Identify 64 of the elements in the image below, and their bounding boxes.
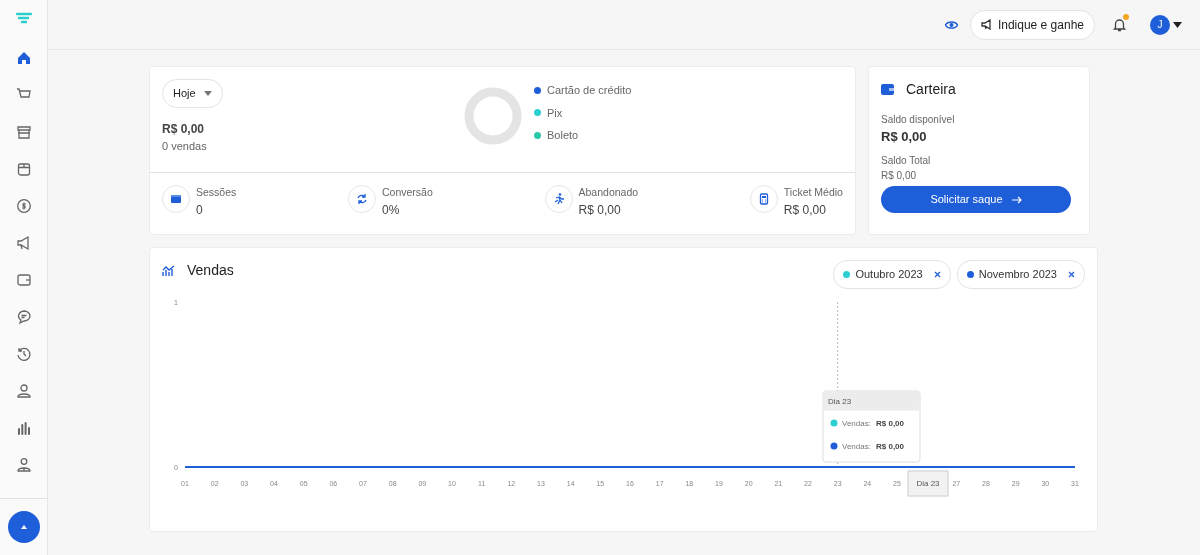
tooltip-value: R$ 0,00: [876, 418, 905, 428]
stat-label: Conversão: [382, 185, 433, 200]
available-amount: R$ 0,00: [881, 128, 928, 146]
close-icon[interactable]: [933, 270, 941, 278]
sales-count: 0 vendas: [162, 138, 208, 154]
home-icon: [15, 49, 32, 66]
wallet-title: Carteira: [906, 80, 956, 99]
crosshair-label: Dia 23: [916, 478, 940, 488]
refer-button[interactable]: Indique e ganhe: [969, 9, 1095, 40]
bell-icon[interactable]: [1113, 18, 1126, 33]
logo-icon[interactable]: [15, 11, 32, 26]
caret-icon: [203, 90, 212, 96]
users-icon: [15, 456, 32, 473]
period-dropdown[interactable]: Hoje: [162, 79, 223, 108]
chart-icon: [162, 265, 175, 276]
legend-label: Boleto: [547, 128, 579, 143]
tooltip-label: Vendas:: [842, 441, 871, 451]
chat-icon: [15, 308, 32, 325]
conversion-icon: [356, 193, 368, 205]
stat-label: Sessões: [196, 185, 237, 200]
user-icon: [15, 382, 32, 399]
legend-label: Cartão de crédito: [547, 83, 632, 98]
series-name: Outubro 2023: [855, 267, 923, 282]
stat-value: 0%: [382, 201, 401, 219]
total-balance: R$ 0,00: [881, 168, 918, 183]
total-amount: R$ 0,00: [162, 120, 206, 138]
bars-icon: [15, 419, 32, 436]
close-icon[interactable]: [1068, 270, 1075, 278]
sessions-icon: [170, 193, 182, 205]
series-name: Novembro 2023: [978, 267, 1057, 282]
stat-value: 0: [196, 201, 204, 219]
available-label: Saldo disponível: [881, 113, 956, 127]
store-icon: [15, 123, 32, 140]
box-icon: [15, 160, 32, 177]
filter-chip[interactable]: Outubro 2023: [833, 260, 951, 289]
crosshair-label-background: [907, 470, 949, 496]
legend-label: Pix: [547, 105, 563, 121]
stat-value: R$ 0,00: [783, 201, 827, 219]
scroll-up-button[interactable]: [7, 511, 40, 543]
caret-up-icon: [19, 524, 28, 530]
total-label: Saldo Total: [881, 153, 932, 168]
megaphone-icon: [980, 19, 993, 30]
wallet-icon: [881, 84, 894, 95]
sales-title: Vendas: [187, 261, 234, 280]
wallet-icon: [15, 271, 32, 288]
megaphone-icon: [15, 234, 32, 251]
user-menu[interactable]: J: [1150, 14, 1182, 35]
caret-icon: [1173, 21, 1182, 28]
tooltip-label: Vendas:: [842, 418, 871, 428]
avatar: J: [1150, 14, 1170, 35]
coin-icon: [15, 197, 32, 214]
eye-icon[interactable]: [944, 19, 958, 30]
tooltip-value: R$ 0,00: [876, 441, 905, 451]
tooltip-title: Dia 23: [828, 396, 852, 406]
stat-value: R$ 0,00: [578, 201, 622, 219]
withdraw-button[interactable]: Solicitar saque: [881, 185, 1071, 213]
stat-label: Ticket Médio: [783, 185, 843, 200]
arrow-right-icon: [1011, 195, 1022, 204]
donut-chart: [464, 87, 522, 145]
abandoned-icon: [552, 193, 565, 205]
stat-label: Abandonado: [578, 185, 639, 200]
filter-chip[interactable]: Novembro 2023: [956, 260, 1085, 289]
history-icon: [15, 345, 32, 362]
ticket-icon: [757, 193, 770, 205]
